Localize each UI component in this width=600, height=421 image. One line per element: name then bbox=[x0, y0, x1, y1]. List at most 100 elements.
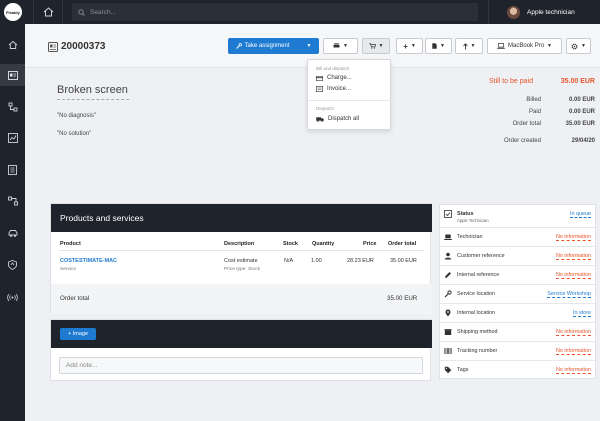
car-icon bbox=[8, 229, 17, 237]
home-button[interactable] bbox=[33, 0, 63, 24]
still-to-be-paid-row: Still to be paid 35.00 EUR bbox=[470, 78, 595, 85]
billed-value: 0.00 EUR bbox=[568, 97, 595, 103]
sidebar-item-organization[interactable] bbox=[0, 96, 25, 118]
ticket-title[interactable]: Broken screen bbox=[57, 84, 128, 96]
chevron-down-icon: ▼ bbox=[581, 43, 586, 49]
diagnosis-text[interactable]: "No diagnosis" bbox=[57, 113, 96, 119]
info-value[interactable]: No information bbox=[555, 272, 591, 279]
sidebar-item-reports[interactable] bbox=[0, 127, 25, 149]
info-label: Shipping method bbox=[457, 329, 498, 335]
device-selector[interactable]: MacBook Pro ▼ bbox=[487, 38, 562, 54]
user-icon bbox=[444, 252, 452, 260]
chevron-down-icon: ▼ bbox=[343, 43, 348, 49]
order-total-value: 35.00 EUR bbox=[565, 121, 595, 127]
info-value[interactable]: Service Workshop bbox=[547, 291, 591, 298]
info-value[interactable]: In queue bbox=[570, 211, 591, 218]
info-row-internal-location[interactable]: Internal location In store bbox=[440, 304, 597, 323]
sidebar-item-home[interactable] bbox=[0, 34, 25, 56]
info-value[interactable]: No information bbox=[555, 348, 591, 355]
invoice-icon bbox=[316, 86, 323, 92]
products-header: Products and services bbox=[51, 204, 432, 232]
shield-icon bbox=[8, 260, 17, 270]
top-bar: Fixably Apple technician bbox=[0, 0, 600, 24]
chevron-down-icon: ▼ bbox=[547, 43, 552, 49]
info-row-tracking-number[interactable]: Tracking number No information bbox=[440, 342, 597, 361]
chevron-down-icon: ▼ bbox=[378, 43, 384, 49]
billed-label: Billed bbox=[526, 97, 541, 103]
avatar bbox=[507, 5, 520, 19]
sidebar-item-logistics[interactable] bbox=[0, 222, 25, 244]
products-panel: Products and services Product Descriptio… bbox=[50, 203, 432, 314]
settings-button[interactable]: ▼ bbox=[566, 38, 591, 54]
sidebar-item-security[interactable] bbox=[0, 254, 25, 276]
info-value[interactable]: No information bbox=[555, 367, 591, 374]
sidebar-item-tickets[interactable] bbox=[0, 64, 25, 86]
menu-item-dispatch-all[interactable]: Dispatch all bbox=[316, 116, 359, 122]
cart-dropdown-menu: Bill and dispatch Charge... Invoice... D… bbox=[307, 59, 392, 130]
info-value[interactable]: No information bbox=[555, 329, 591, 336]
search-bar[interactable] bbox=[72, 3, 478, 21]
home-icon bbox=[43, 7, 53, 17]
book-icon bbox=[8, 165, 17, 175]
user-name: Apple technician bbox=[527, 8, 575, 16]
search-icon bbox=[78, 8, 85, 16]
info-label: Tracking number bbox=[457, 348, 498, 354]
take-assignment-label: Take assignment bbox=[244, 43, 290, 49]
info-value[interactable]: No information bbox=[555, 253, 591, 260]
product-stock: N/A bbox=[284, 258, 294, 264]
info-value[interactable]: No information bbox=[555, 234, 591, 241]
info-label: Internal reference bbox=[457, 272, 500, 278]
still-to-be-paid-label: Still to be paid bbox=[489, 78, 533, 85]
products-total-row: Order total 35.00 EUR bbox=[51, 284, 432, 314]
pin-icon bbox=[445, 309, 451, 317]
id-card-icon bbox=[48, 42, 58, 52]
info-row-tags[interactable]: Tags No information bbox=[440, 361, 597, 380]
order-total-row: Order total 35.00 EUR bbox=[470, 121, 595, 127]
menu-item-charge[interactable]: Charge... bbox=[316, 75, 352, 81]
barcode-icon bbox=[444, 348, 452, 354]
product-quantity: 1.00 bbox=[311, 258, 322, 264]
document-button[interactable]: ▼ bbox=[425, 38, 452, 54]
menu-item-invoice[interactable]: Invoice... bbox=[316, 86, 351, 92]
add-image-button[interactable]: + Image bbox=[60, 328, 96, 340]
info-row-service-location[interactable]: Service location Service Workshop bbox=[440, 285, 597, 304]
product-type: Service bbox=[60, 267, 76, 272]
info-row-shipping-method[interactable]: Shipping method No information bbox=[440, 323, 597, 342]
take-assignment-button[interactable]: Take assignment ▼ bbox=[228, 38, 319, 54]
sidebar-item-integrations[interactable] bbox=[0, 286, 25, 308]
info-row-internal-reference[interactable]: Internal reference No information bbox=[440, 266, 597, 285]
info-label: Status bbox=[457, 211, 474, 217]
info-row-status[interactable]: Status Apple Technician In queue bbox=[440, 205, 597, 228]
add-image-label: + Image bbox=[67, 331, 89, 337]
product-link[interactable]: COSTESTIMATE-MAC bbox=[60, 258, 117, 264]
note-input[interactable] bbox=[59, 357, 423, 374]
org-chart-icon bbox=[8, 102, 17, 112]
upload-button[interactable]: ▼ bbox=[455, 38, 483, 54]
wrench-icon bbox=[444, 290, 452, 298]
checkbox-icon bbox=[444, 210, 452, 218]
dropdown-section-dispatch: Dispatch bbox=[316, 106, 334, 111]
column-header-product: Product bbox=[60, 241, 81, 247]
search-input[interactable] bbox=[90, 8, 470, 16]
box-icon bbox=[444, 329, 452, 335]
cart-button[interactable]: ▼ bbox=[362, 38, 390, 54]
info-value[interactable]: In store bbox=[573, 310, 591, 317]
user-menu[interactable]: Apple technician bbox=[488, 0, 600, 24]
paid-value: 0.00 EUR bbox=[568, 109, 595, 115]
chevron-down-icon: ▼ bbox=[440, 43, 445, 49]
info-row-technician[interactable]: Technician No information bbox=[440, 228, 597, 247]
app-logo[interactable]: Fixably bbox=[4, 3, 22, 21]
sidebar-item-knowledge[interactable] bbox=[0, 159, 25, 181]
add-button[interactable]: + ▼ bbox=[396, 38, 423, 54]
info-label: Internal location bbox=[457, 310, 496, 316]
pencil-icon bbox=[445, 272, 451, 278]
product-order-total: 35.00 EUR bbox=[390, 258, 417, 264]
sidebar-item-workflow[interactable] bbox=[0, 190, 25, 212]
info-row-customer-reference[interactable]: Customer reference No information bbox=[440, 247, 597, 266]
tag-icon bbox=[444, 366, 452, 374]
menu-item-label: Dispatch all bbox=[328, 116, 360, 122]
print-button[interactable]: ▼ bbox=[323, 38, 358, 54]
paid-label: Paid bbox=[528, 109, 541, 115]
chevron-down-icon[interactable]: ▼ bbox=[307, 43, 312, 49]
solution-text[interactable]: "No solution" bbox=[57, 131, 91, 137]
